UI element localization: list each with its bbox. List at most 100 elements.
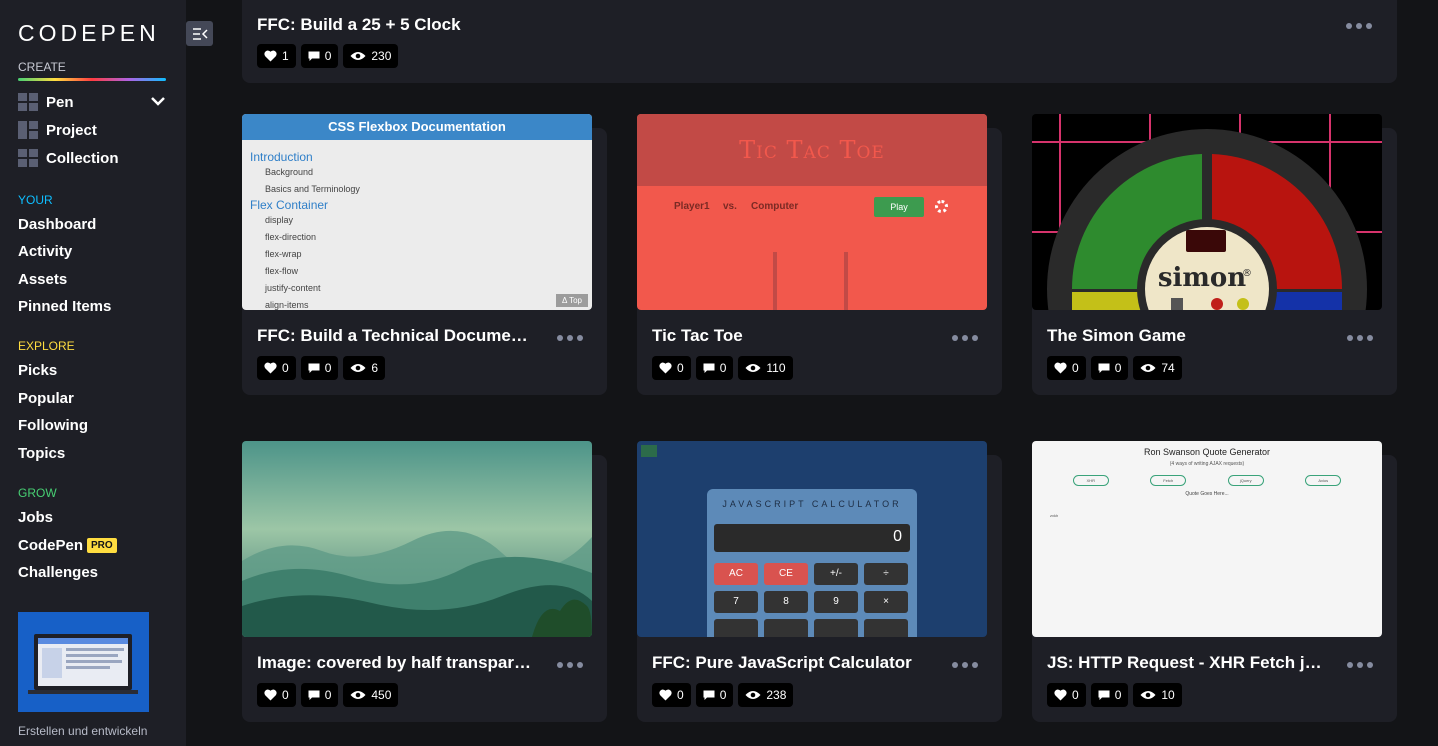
chevron-down-icon[interactable] — [151, 96, 165, 106]
card-title[interactable]: Tic Tac Toe — [652, 326, 930, 346]
create-project-item[interactable]: Project — [18, 121, 97, 139]
thumb-quote: Quote Goes Here... — [1185, 491, 1229, 497]
calculator-key: 8 — [764, 591, 808, 613]
nav-challenges[interactable]: Challenges — [18, 564, 98, 581]
view-count-badge: 6 — [343, 356, 386, 380]
simon-brand-text: simon — [1158, 263, 1246, 293]
view-count-badge: 238 — [738, 683, 794, 707]
thumb-section-title: Introduction — [250, 150, 313, 164]
comment-button[interactable]: 0 — [695, 683, 734, 707]
nav-topics[interactable]: Topics — [18, 445, 65, 462]
gear-icon — [935, 200, 948, 213]
nav-popular[interactable]: Popular — [18, 390, 74, 407]
like-count: 0 — [677, 688, 684, 702]
comment-count: 0 — [324, 361, 332, 375]
view-count-badge: 110 — [738, 356, 793, 380]
comment-button[interactable]: 0 — [300, 356, 339, 380]
your-section-label: YOUR — [18, 193, 53, 207]
more-options-icon[interactable] — [557, 662, 583, 668]
like-count: 0 — [1072, 688, 1079, 702]
like-button[interactable]: 0 — [1047, 683, 1086, 707]
pen-icon — [18, 93, 38, 111]
calculator-key: ÷ — [864, 563, 908, 585]
comment-button[interactable]: 0 — [300, 44, 339, 68]
eye-icon — [1140, 364, 1156, 372]
card-thumbnail[interactable] — [242, 441, 592, 637]
eye-icon — [745, 364, 761, 372]
nav-pinned-items[interactable]: Pinned Items — [18, 298, 111, 315]
more-options-icon[interactable] — [1347, 335, 1373, 341]
card-thumbnail[interactable]: Ron Swanson Quote Generator (4 ways of w… — [1032, 441, 1382, 637]
comment-button[interactable]: 0 — [1090, 683, 1129, 707]
comment-icon — [703, 690, 715, 700]
comment-button[interactable]: 0 — [300, 683, 339, 707]
like-button[interactable]: 0 — [257, 356, 296, 380]
card-title[interactable]: FFC: Build a Technical Documentation Pag… — [257, 326, 535, 346]
thumb-vs: vs. — [723, 201, 737, 212]
create-pen-label: Pen — [46, 93, 74, 111]
promo-text: Erstellen und entwickeln — [18, 724, 148, 738]
thumb-top-button: Δ Top — [555, 294, 588, 307]
thumb-footnote: zxkh — [1050, 513, 1059, 518]
card-title[interactable]: The Simon Game — [1047, 326, 1325, 346]
thumb-request-button: Fetch — [1150, 475, 1187, 486]
nav-activity[interactable]: Activity — [18, 243, 72, 260]
more-options-icon[interactable] — [952, 662, 978, 668]
like-button[interactable]: 0 — [257, 683, 296, 707]
heart-icon — [1054, 362, 1067, 374]
thumb-link: Basics and Terminology — [265, 184, 360, 194]
comment-icon — [308, 363, 320, 373]
thumb-link: flex-flow — [265, 266, 299, 276]
like-count: 0 — [677, 361, 684, 375]
card-thumbnail[interactable]: JAVASCRIPT CALCULATOR 0 AC CE +/- ÷ 7 8 … — [637, 441, 987, 637]
thumb-player: Player1 — [674, 201, 710, 212]
like-button[interactable]: 1 — [257, 44, 296, 68]
promo-image[interactable] — [18, 612, 149, 712]
card-title[interactable]: FFC: Pure JavaScript Calculator — [652, 653, 930, 673]
nav-following[interactable]: Following — [18, 417, 88, 434]
view-count: 230 — [371, 49, 392, 63]
logo-text: CODEPEN — [18, 19, 160, 46]
calculator-heading: JAVASCRIPT CALCULATOR — [722, 499, 902, 509]
create-pen-item[interactable]: Pen — [18, 93, 74, 111]
nav-codepen-pro[interactable]: CodePen PRO — [18, 537, 117, 554]
thumb-heading: Tic Tac Toe — [637, 114, 987, 186]
create-section-label: CREATE — [18, 60, 66, 74]
calculator-key: × — [864, 591, 908, 613]
like-button[interactable]: 0 — [1047, 356, 1086, 380]
collection-icon — [18, 149, 38, 167]
nav-dashboard[interactable]: Dashboard — [18, 216, 96, 233]
eye-icon — [350, 364, 366, 372]
nav-assets[interactable]: Assets — [18, 271, 67, 288]
card-thumbnail[interactable]: CSS Flexbox Documentation Introduction B… — [242, 114, 592, 310]
like-button[interactable]: 0 — [652, 356, 691, 380]
thumb-link: justify-content — [265, 283, 321, 293]
create-collection-item[interactable]: Collection — [18, 149, 119, 167]
card-title[interactable]: JS: HTTP Request - XHR Fetch jQuery Axio… — [1047, 653, 1325, 673]
create-collection-label: Collection — [46, 149, 119, 167]
card-thumbnail[interactable]: Tic Tac Toe Player1 vs. Computer Play — [637, 114, 987, 310]
simon-registered-mark: ® — [1242, 268, 1252, 279]
more-options-icon[interactable] — [952, 335, 978, 341]
calculator-key — [864, 619, 908, 637]
view-count-badge: 74 — [1133, 356, 1182, 380]
top-card[interactable] — [242, 0, 1397, 83]
like-button[interactable]: 0 — [652, 683, 691, 707]
top-card-title[interactable]: FFC: Build a 25 + 5 Clock — [257, 15, 1057, 35]
card-thumbnail[interactable]: simon ® — [1032, 114, 1382, 310]
calculator-key — [814, 619, 858, 637]
pro-badge: PRO — [87, 538, 117, 553]
card-title[interactable]: Image: covered by half transparent overl… — [257, 653, 535, 673]
more-options-icon[interactable] — [1347, 662, 1373, 668]
more-options-icon[interactable] — [557, 335, 583, 341]
nav-jobs[interactable]: Jobs — [18, 509, 53, 526]
comment-button[interactable]: 0 — [695, 356, 734, 380]
codepen-logo[interactable]: CODEPEN — [18, 18, 160, 48]
card-stats: 0 0 74 — [1047, 356, 1182, 380]
comment-count: 0 — [324, 688, 332, 702]
comment-button[interactable]: 0 — [1090, 356, 1129, 380]
nav-picks[interactable]: Picks — [18, 362, 57, 379]
comment-count: 0 — [719, 688, 727, 702]
more-options-icon[interactable] — [1346, 23, 1372, 29]
thumb-subheading: (4 ways of writing AJAX requests) — [1169, 461, 1245, 467]
